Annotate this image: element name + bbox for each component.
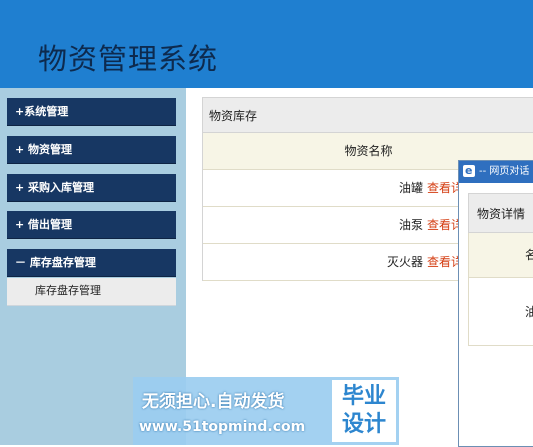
app-header: 物资管理系统 <box>0 0 533 88</box>
app-title: 物资管理系统 <box>38 42 219 76</box>
watermark-badge: 毕业 设计 <box>332 380 396 442</box>
details-dialog[interactable]: -- 网页对话 物资详情 名 油 <box>458 160 533 447</box>
watermark-badge-line1: 毕业 <box>341 384 386 409</box>
dialog-column-label: 名 <box>468 233 533 278</box>
watermark-slogan: 无须担心.自动发货 <box>142 392 285 412</box>
submenu-item-inventory-check[interactable]: 库存盘存管理 <box>7 278 176 306</box>
watermark-badge-line2: 设计 <box>341 412 386 437</box>
menu-item-system[interactable]: +系统管理 <box>7 98 176 126</box>
dialog-header: 物资详情 <box>468 193 533 233</box>
menu-item-materials[interactable]: + 物资管理 <box>7 136 176 164</box>
panel-title: 物资库存 <box>202 97 533 133</box>
row-cell: 油泵 查看详 <box>399 207 463 244</box>
item-name: 油罐 <box>398 181 423 195</box>
browser-icon <box>463 161 475 182</box>
dialog-title: -- 网页对话 <box>479 166 530 177</box>
row-cell: 灭火器 查看详 <box>387 244 463 281</box>
dialog-titlebar[interactable]: -- 网页对话 <box>459 161 533 183</box>
menu-item-purchase[interactable]: + 采购入库管理 <box>7 174 176 202</box>
watermark-url: www.51topmind.com <box>139 419 306 435</box>
dialog-value: 油 <box>468 278 533 346</box>
item-name: 灭火器 <box>386 255 423 269</box>
menu-item-lending[interactable]: + 借出管理 <box>7 211 176 239</box>
item-name: 油泵 <box>398 218 423 232</box>
row-cell: 油罐 查看详 <box>399 170 463 207</box>
watermark: 无须担心.自动发货 www.51topmind.com 毕业 设计 <box>133 377 399 445</box>
menu-item-inventory[interactable]: － 库存盘存管理 <box>7 249 176 277</box>
